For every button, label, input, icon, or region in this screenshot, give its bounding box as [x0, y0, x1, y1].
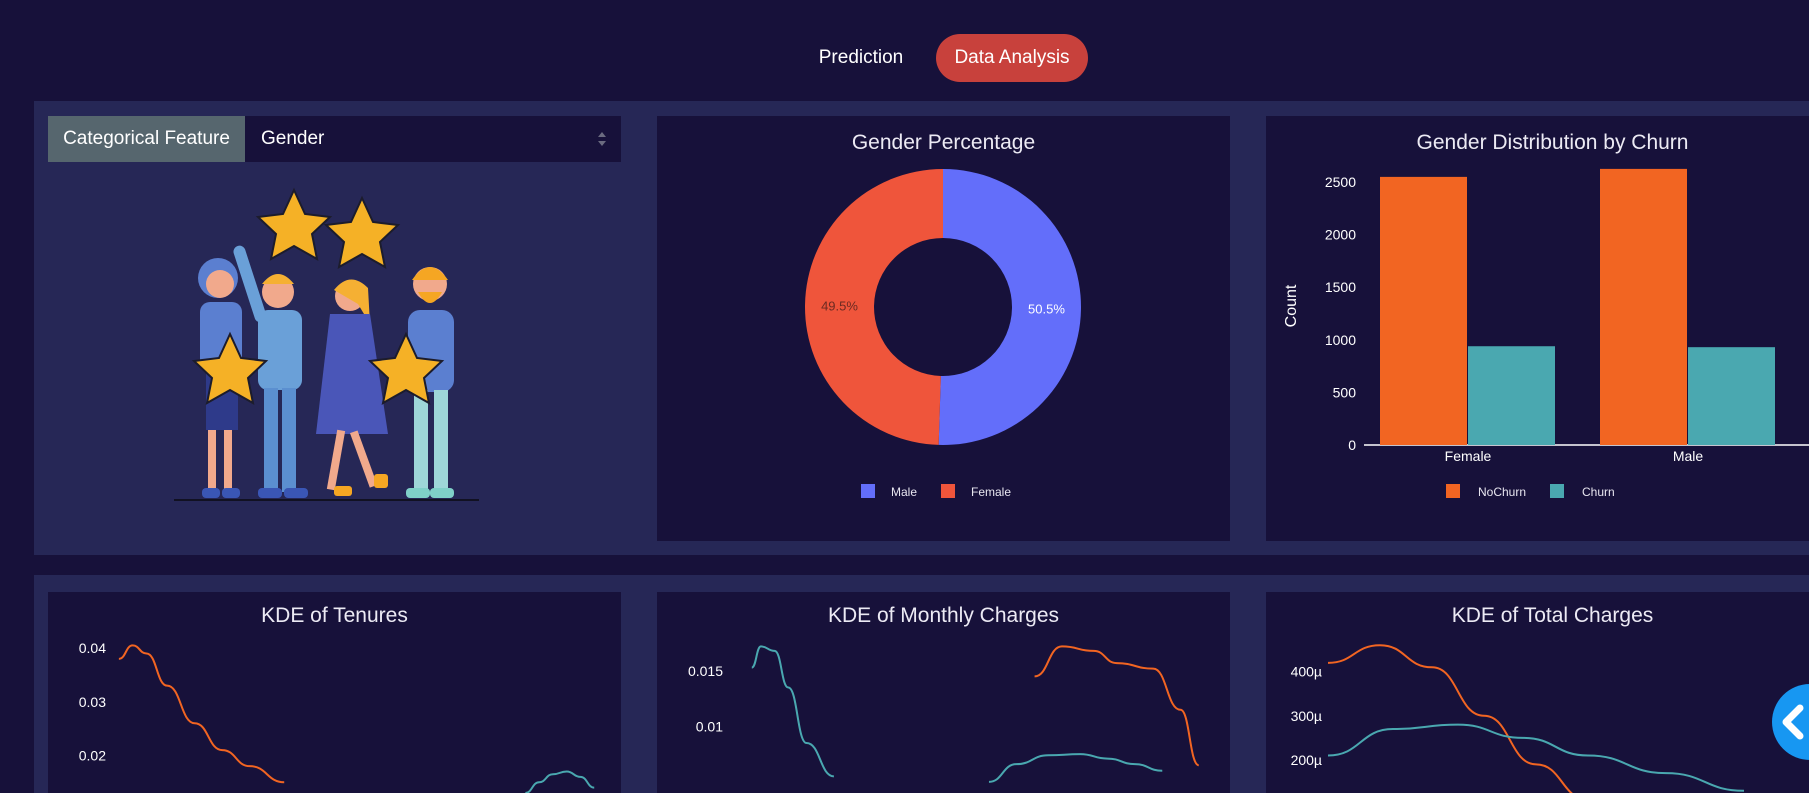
x-tick-label: Male	[1673, 448, 1704, 464]
y-tick-label: 0.01	[696, 718, 723, 734]
kde-chart: 0.015 0.01	[688, 645, 1200, 783]
legend-label: NoChurn	[1478, 485, 1526, 499]
y-tick-label: 200µ	[1291, 752, 1322, 768]
y-tick-label: 0.03	[79, 694, 106, 710]
analysis-row-bottom: KDE of Tenures 0.04 0.03 0.02 KDE of Month…	[34, 575, 1809, 793]
top-nav: Prediction Data Analysis	[0, 34, 1809, 82]
people-with-stars-illustration	[174, 187, 479, 501]
kde-tenure-card: KDE of Tenures 0.04 0.03 0.02	[48, 592, 621, 793]
star-icon	[255, 187, 333, 261]
kde-series-line	[988, 753, 1163, 783]
feature-dropdown[interactable]: Gender	[245, 116, 621, 162]
y-tick-label: 1000	[1325, 332, 1356, 348]
woman-figure-dress	[316, 279, 388, 496]
chevron-left-icon	[1782, 704, 1804, 740]
sort-arrows-icon	[598, 132, 606, 146]
kde-chart: 400µ 300µ 200µ	[1291, 644, 1745, 793]
y-tick-label: 0.015	[688, 663, 723, 679]
y-tick-label: 0.02	[79, 747, 106, 763]
bar-chart: 0 500 1000 1500 2000 2500 Count Female Male NoChu…	[1283, 168, 1809, 499]
gender-percentage-card: Gender Percentage 50.5% 49.5% Male Female	[657, 116, 1230, 541]
feature-selector: Categorical Feature Gender	[48, 116, 621, 162]
kde-series-line	[751, 645, 835, 778]
star-icon	[323, 195, 401, 269]
kde-total-charges-card: KDE of Total Charges 400µ 300µ 200µ	[1266, 592, 1809, 793]
kde-series-line	[1034, 645, 1200, 767]
feature-dropdown-value: Gender	[261, 128, 325, 149]
y-tick-label: 0	[1348, 437, 1356, 453]
y-tick-label: 300µ	[1291, 708, 1322, 724]
legend-swatch	[1446, 484, 1460, 498]
legend-swatch	[1550, 484, 1564, 498]
legend-label: Churn	[1582, 485, 1615, 499]
y-tick-label: 500	[1333, 384, 1357, 400]
bar-churn	[1688, 347, 1775, 445]
y-tick-label: 2500	[1325, 174, 1356, 190]
legend-label: Male	[891, 485, 917, 499]
legend-swatch	[861, 484, 875, 498]
kde-series-line	[1327, 644, 1574, 793]
tab-data-analysis[interactable]: Data Analysis	[936, 34, 1088, 82]
bar-churn	[1468, 346, 1555, 445]
donut-chart: 50.5% 49.5% Male Female	[804, 169, 1081, 499]
kde-monthly-charges-card: KDE of Monthly Charges 0.015 0.01	[657, 592, 1230, 793]
y-axis-label: Count	[1283, 284, 1300, 327]
kde-series-line	[118, 644, 285, 784]
tab-prediction[interactable]: Prediction	[800, 34, 922, 82]
legend-label: Female	[971, 485, 1011, 499]
y-tick-label: 0.04	[79, 640, 106, 656]
y-tick-label: 1500	[1325, 279, 1356, 295]
feature-selector-label: Categorical Feature	[48, 116, 245, 162]
legend-swatch	[941, 484, 955, 498]
collapse-sidebar-button[interactable]	[1772, 684, 1809, 760]
y-tick-label: 2000	[1325, 227, 1356, 243]
kde-chart: 0.04 0.03 0.02	[79, 640, 595, 793]
kde-series-line	[1327, 723, 1745, 792]
y-tick-label: 400µ	[1291, 664, 1322, 680]
analysis-row-top: Categorical Feature Gender Gender Percen…	[34, 101, 1809, 555]
gender-distribution-card: Gender Distribution by Churn 0 500 1000 150…	[1266, 116, 1809, 541]
bar-nochurn	[1380, 176, 1467, 445]
kde-series-line	[525, 770, 595, 793]
x-tick-label: Female	[1445, 448, 1492, 464]
slice-label: 49.5%	[821, 298, 858, 313]
bar-nochurn	[1600, 168, 1687, 445]
slice-label: 50.5%	[1028, 302, 1065, 317]
